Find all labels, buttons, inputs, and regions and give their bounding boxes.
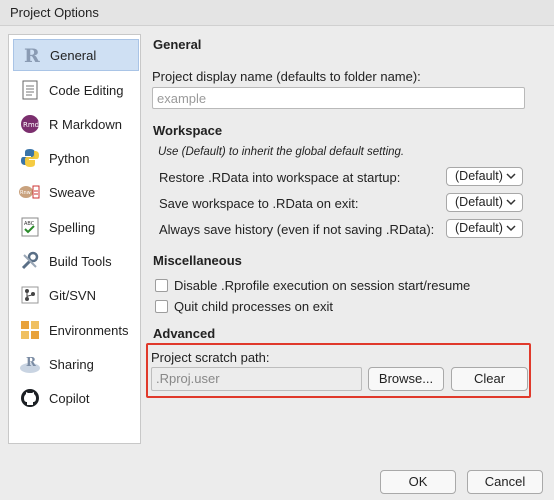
sidebar-item-label: Environments xyxy=(49,322,129,338)
sidebar-item-label: Code Editing xyxy=(49,82,124,98)
clear-button[interactable]: Clear xyxy=(451,367,528,391)
sidebar-item-build-tools[interactable]: Build Tools xyxy=(13,245,139,277)
save-workspace-select[interactable]: (Default) xyxy=(446,193,523,212)
chevron-down-icon xyxy=(506,173,516,180)
sidebar-item-label: Sweave xyxy=(49,184,96,200)
svg-text:R: R xyxy=(24,45,40,65)
sidebar-item-label: Git/SVN xyxy=(49,287,96,303)
general-heading: General xyxy=(153,37,202,52)
ok-button[interactable]: OK xyxy=(380,470,456,494)
abc-check-icon: ABC xyxy=(19,216,41,238)
display-name-label: Project display name (defaults to folder… xyxy=(152,69,421,84)
sidebar-item-sweave[interactable]: Rnw Sweave xyxy=(13,176,139,208)
display-name-input[interactable]: example xyxy=(152,87,525,109)
select-value: (Default) xyxy=(455,195,503,209)
sidebar-item-python[interactable]: Python xyxy=(13,142,139,174)
sidebar-item-label: Build Tools xyxy=(49,253,112,269)
quit-child-checkbox[interactable] xyxy=(155,300,168,313)
workspace-heading: Workspace xyxy=(153,123,223,138)
sidebar-item-git-svn[interactable]: Git/SVN xyxy=(13,279,139,311)
svg-text:Rmd: Rmd xyxy=(23,121,39,129)
save-history-label: Always save history (even if not saving … xyxy=(159,222,435,237)
scratch-path-label: Project scratch path: xyxy=(151,350,270,365)
quit-child-checkbox-row[interactable]: Quit child processes on exit xyxy=(155,299,333,314)
restore-rdata-select[interactable]: (Default) xyxy=(446,167,523,186)
select-value: (Default) xyxy=(455,221,503,235)
sharing-icon: R xyxy=(19,353,41,375)
svg-text:Rnw: Rnw xyxy=(20,190,31,196)
sidebar-item-code-editing[interactable]: Code Editing xyxy=(13,74,139,106)
sidebar-item-label: Copilot xyxy=(49,390,90,406)
workspace-note: Use (Default) to inherit the global defa… xyxy=(158,146,405,158)
window-title: Project Options xyxy=(10,5,99,20)
sidebar-item-copilot[interactable]: Copilot xyxy=(13,382,139,414)
sidebar-item-label: R Markdown xyxy=(49,116,122,132)
chevron-down-icon xyxy=(506,225,516,232)
disable-rprofile-checkbox[interactable] xyxy=(155,279,168,292)
save-history-select[interactable]: (Default) xyxy=(446,219,523,238)
chevron-down-icon xyxy=(506,199,516,206)
disable-rprofile-checkbox-row[interactable]: Disable .Rprofile execution on session s… xyxy=(155,278,470,293)
sidebar-item-label: General xyxy=(50,47,97,63)
cancel-button[interactable]: Cancel xyxy=(467,470,543,494)
select-value: (Default) xyxy=(455,169,503,183)
r-logo-icon: R xyxy=(20,44,42,66)
wrench-icon xyxy=(19,250,41,272)
sidebar-item-label: Sharing xyxy=(49,356,94,372)
quit-child-label: Quit child processes on exit xyxy=(174,299,333,314)
document-icon xyxy=(19,79,41,101)
sidebar: R General Code Editing Rmd R Markdown Py… xyxy=(8,34,141,444)
environments-icon xyxy=(19,319,41,341)
restore-rdata-label: Restore .RData into workspace at startup… xyxy=(159,170,401,185)
sidebar-item-label: Spelling xyxy=(49,219,96,235)
advanced-heading: Advanced xyxy=(153,326,216,341)
browse-button[interactable]: Browse... xyxy=(368,367,444,391)
sidebar-item-r-markdown[interactable]: Rmd R Markdown xyxy=(13,108,139,140)
python-icon xyxy=(19,147,41,169)
sidebar-item-environments[interactable]: Environments xyxy=(13,314,139,346)
sidebar-item-label: Python xyxy=(49,150,90,166)
scratch-path-input[interactable]: .Rproj.user xyxy=(151,367,362,391)
miscellaneous-heading: Miscellaneous xyxy=(153,253,242,268)
sweave-icon: Rnw xyxy=(19,181,41,203)
save-workspace-label: Save workspace to .RData on exit: xyxy=(159,196,359,211)
sidebar-item-general[interactable]: R General xyxy=(13,39,139,71)
github-icon xyxy=(19,387,41,409)
sidebar-item-sharing[interactable]: R Sharing xyxy=(13,348,139,380)
disable-rprofile-label: Disable .Rprofile execution on session s… xyxy=(174,278,471,293)
rmd-icon: Rmd xyxy=(19,113,41,135)
git-icon xyxy=(19,284,41,306)
sidebar-item-spelling[interactable]: ABC Spelling xyxy=(13,211,139,243)
svg-text:R: R xyxy=(26,355,37,369)
title-bar: Project Options xyxy=(0,0,554,26)
project-options-window: Project Options R General Code Editing R… xyxy=(0,0,554,500)
